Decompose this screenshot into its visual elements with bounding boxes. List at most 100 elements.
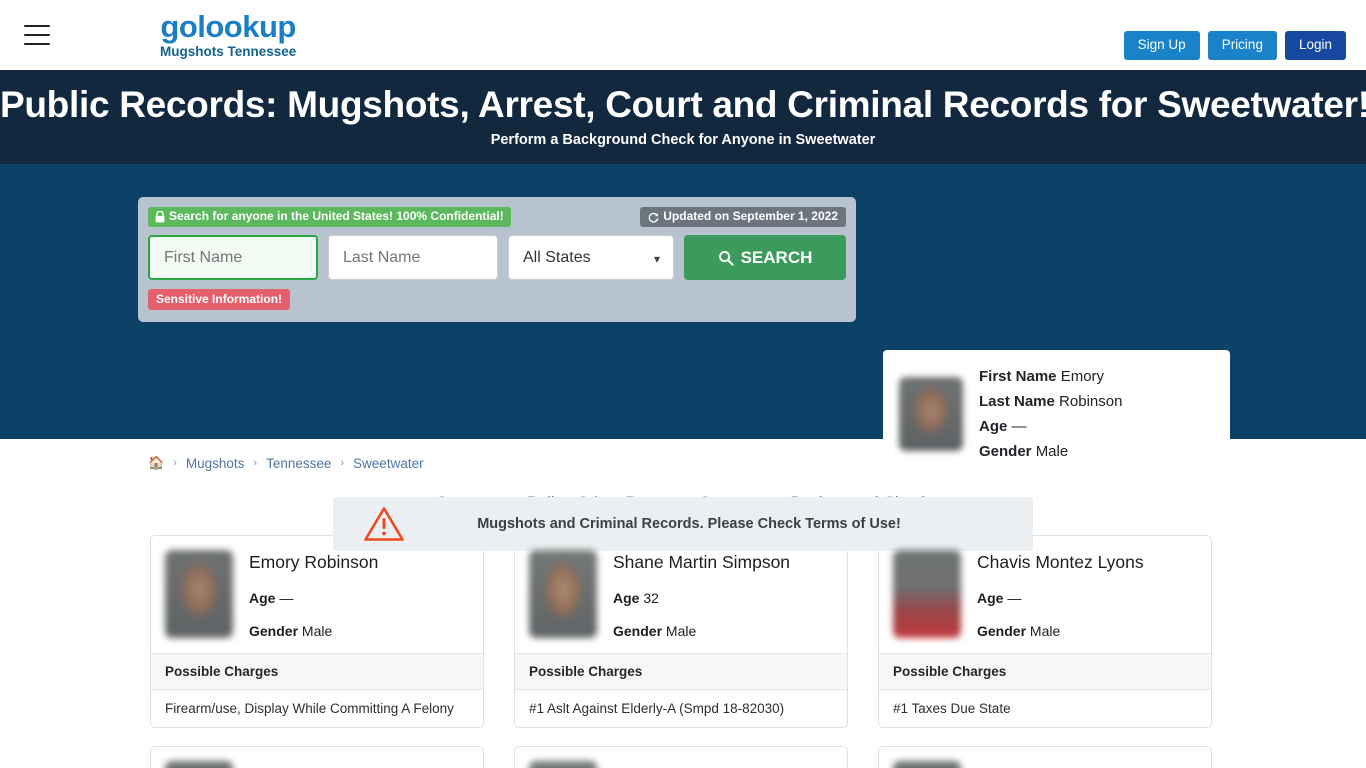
result-card[interactable] (514, 746, 848, 768)
hamburger-menu-icon[interactable] (24, 25, 50, 45)
result-age-value: — (1007, 590, 1022, 606)
result-gender-row: Gender Male (613, 623, 790, 639)
updated-badge-label: Updated on September 1, 2022 (663, 209, 838, 224)
search-panel-top: Search for anyone in the United States! … (148, 207, 846, 227)
result-gender-value: Male (1029, 623, 1061, 639)
result-avatar (165, 761, 233, 768)
result-card[interactable]: Shane Martin Simpson Age 32 Gender Male … (514, 535, 848, 728)
featured-last-name-label: Last Name (979, 393, 1055, 410)
search-icon (718, 250, 734, 266)
warning-triangle-icon (364, 507, 404, 541)
result-age-row: Age 32 (613, 590, 790, 606)
header-actions: Sign Up Pricing Login (1123, 31, 1346, 60)
signup-button[interactable]: Sign Up (1123, 31, 1200, 60)
terms-warning-bar: Mugshots and Criminal Records. Please Ch… (333, 497, 1033, 551)
featured-gender-row: Gender Male (979, 439, 1122, 464)
hamburger-line (24, 25, 50, 27)
result-name: Chavis Montez Lyons (977, 552, 1144, 572)
result-card[interactable]: Chavis Montez Lyons Age — Gender Male Po… (878, 535, 1212, 728)
state-select[interactable]: All States (508, 235, 674, 280)
brand-logo[interactable]: golookup Mugshots Tennessee (160, 11, 296, 59)
result-gender-row: Gender Male (977, 623, 1144, 639)
result-gender-label: Gender (977, 623, 1027, 639)
featured-person-card[interactable]: First Name Emory Last Name Robinson Age … (883, 350, 1230, 478)
result-age-row: Age — (977, 590, 1144, 606)
main-content: 🏠 › Mugshots › Tennessee › Sweetwater Sw… (0, 439, 1366, 768)
breadcrumb-separator: › (253, 457, 258, 469)
featured-gender-label: Gender (979, 443, 1032, 460)
featured-last-name-value: Robinson (1059, 393, 1123, 410)
first-name-input[interactable] (148, 235, 318, 280)
featured-first-name-row: First Name Emory (979, 364, 1122, 389)
login-button[interactable]: Login (1284, 31, 1346, 60)
hero-banner: Public Records: Mugshots, Arrest, Court … (0, 70, 1366, 164)
result-age-label: Age (977, 590, 1004, 606)
site-header: golookup Mugshots Tennessee Sign Up Pric… (0, 0, 1366, 70)
featured-avatar (899, 377, 963, 451)
result-age-value: — (279, 590, 294, 606)
search-button[interactable]: SEARCH (684, 235, 846, 280)
results-grid-next-row (150, 746, 1216, 768)
state-select-wrapper: All States ▾ (508, 235, 674, 280)
result-avatar (529, 761, 597, 768)
confidential-badge: Search for anyone in the United States! … (148, 207, 511, 227)
charges-header: Possible Charges (515, 653, 847, 690)
logo-wordmark: golookup (160, 9, 296, 45)
result-gender-value: Male (665, 623, 697, 639)
result-card[interactable]: Emory Robinson Age — Gender Male Possibl… (150, 535, 484, 728)
result-name: Shane Martin Simpson (613, 552, 791, 572)
featured-age-value: — (1011, 418, 1027, 435)
result-card-header (151, 747, 483, 768)
pricing-button[interactable]: Pricing (1207, 31, 1277, 60)
featured-age-row: Age — (979, 414, 1122, 439)
updated-badge: Updated on September 1, 2022 (640, 207, 846, 227)
search-section: Search for anyone in the United States! … (0, 164, 1366, 551)
result-gender-row: Gender Male (249, 623, 378, 639)
charge-item: #1 Aslt Against Elderly-A (Smpd 18-82030… (529, 701, 785, 716)
result-age-row: Age — (249, 590, 378, 606)
sensitive-information-badge: Sensitive Information! (148, 289, 291, 311)
result-card-header: Emory Robinson Age — Gender Male (151, 536, 483, 653)
result-card-header (879, 747, 1211, 768)
result-info: Shane Martin Simpson Age 32 Gender Male (613, 550, 790, 639)
featured-gender-value: Male (1035, 443, 1069, 460)
result-avatar (165, 550, 233, 638)
charge-item: #1 Taxes Due State (893, 701, 1011, 716)
breadcrumb-separator: › (173, 457, 177, 469)
result-info: Chavis Montez Lyons Age — Gender Male (977, 550, 1144, 639)
refresh-icon (648, 212, 659, 223)
home-icon[interactable]: 🏠 (148, 455, 164, 471)
terms-warning-text: Mugshots and Criminal Records. Please Ch… (477, 516, 901, 532)
featured-details: First Name Emory Last Name Robinson Age … (979, 364, 1122, 464)
result-card[interactable] (150, 746, 484, 768)
hamburger-line (24, 43, 50, 45)
result-gender-value: Male (301, 623, 333, 639)
result-card[interactable] (878, 746, 1212, 768)
confidential-badge-label: Search for anyone in the United States! … (169, 209, 504, 224)
lock-icon (155, 211, 165, 223)
featured-first-name-label: First Name (979, 368, 1057, 385)
breadcrumb-item-mugshots[interactable]: Mugshots (186, 456, 245, 471)
charges-header: Possible Charges (879, 653, 1211, 690)
result-age-value: 32 (643, 590, 659, 606)
search-panel: Search for anyone in the United States! … (138, 197, 856, 323)
charges-header: Possible Charges (151, 653, 483, 690)
search-fields: All States ▾ SEARCH (148, 235, 846, 280)
last-name-input[interactable] (328, 235, 498, 280)
featured-first-name-value: Emory (1060, 368, 1105, 385)
page-title: Public Records: Mugshots, Arrest, Court … (0, 84, 1366, 125)
result-avatar (893, 550, 961, 638)
featured-age-label: Age (979, 418, 1008, 435)
result-info: Emory Robinson Age — Gender Male (249, 550, 378, 639)
logo-text: golookup (160, 9, 296, 45)
result-avatar (529, 550, 597, 638)
brand-subtitle: Mugshots Tennessee (160, 44, 297, 60)
hero-subtitle: Perform a Background Check for Anyone in… (490, 132, 876, 148)
featured-last-name-row: Last Name Robinson (979, 389, 1122, 414)
breadcrumb-item-sweetwater[interactable]: Sweetwater (353, 456, 424, 471)
result-gender-label: Gender (249, 623, 299, 639)
breadcrumb-separator: › (340, 457, 345, 469)
breadcrumb-item-tennessee[interactable]: Tennessee (266, 456, 331, 471)
results-grid: Emory Robinson Age — Gender Male Possibl… (150, 535, 1216, 728)
result-card-header: Shane Martin Simpson Age 32 Gender Male (515, 536, 847, 653)
